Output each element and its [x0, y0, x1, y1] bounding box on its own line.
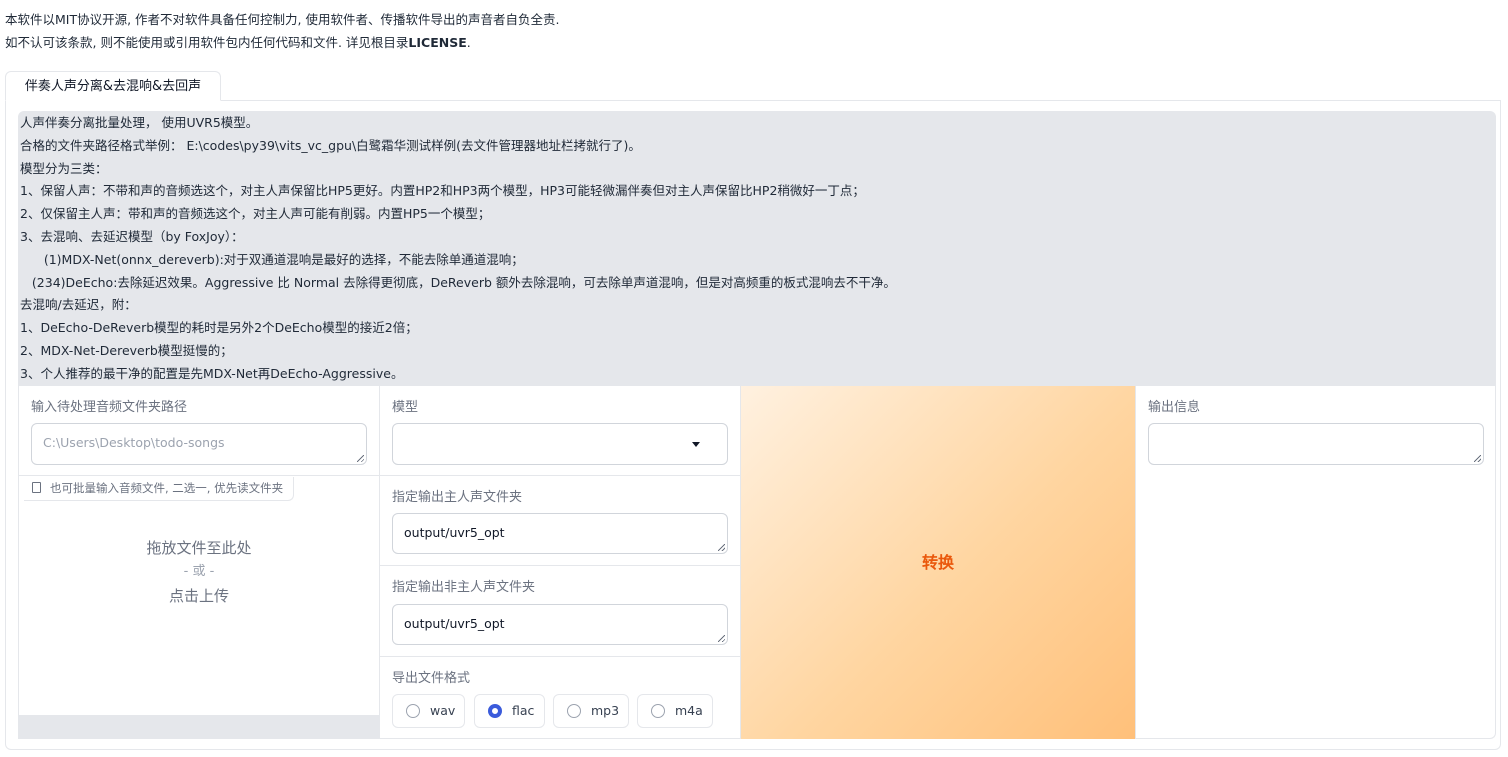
license-text: LICENSE	[408, 35, 467, 50]
file-upload-tag-label: 也可批量输入音频文件, 二选一, 优先读文件夹	[50, 481, 284, 495]
settings-column: 模型 指定输出主人声文件夹 output/uvr5_opt 指定输出非主人声文件…	[380, 386, 741, 739]
vocal-output-field[interactable]: output/uvr5_opt	[392, 513, 728, 554]
description-line: (1)MDX-Net(onnx_dereverb):对于双通道混响是最好的选择，…	[20, 251, 524, 267]
resize-handle-icon[interactable]	[718, 635, 725, 642]
instrumental-output-label: 指定输出非主人声文件夹	[392, 580, 536, 595]
description-line: (234)DeEcho:去除延迟效果。Aggressive 比 Normal 去…	[20, 274, 896, 290]
instrumental-output-value: output/uvr5_opt	[404, 616, 505, 631]
model-label: 模型	[392, 400, 419, 415]
resize-handle-icon[interactable]	[1474, 455, 1481, 462]
vocal-output-value: output/uvr5_opt	[404, 525, 505, 540]
description-line: 1、DeEcho-DeReverb模型的耗时是另外2个DeEcho模型的接近2倍…	[20, 320, 418, 336]
radio-option-wav[interactable]: wav	[392, 694, 465, 728]
vocal-output-label: 指定输出主人声文件夹	[392, 490, 523, 505]
radio-circle-icon[interactable]	[651, 704, 665, 718]
disclaimer: 本软件以MIT协议开源, 作者不对软件具备任何控制力, 使用软件者、传播软件导出…	[5, 10, 559, 56]
divider	[380, 656, 740, 657]
instrumental-output-field[interactable]: output/uvr5_opt	[392, 604, 728, 645]
convert-button[interactable]: 转换	[741, 386, 1135, 739]
description-line: 去混响/去延迟，附：	[20, 297, 137, 313]
resize-handle-icon[interactable]	[357, 455, 364, 462]
radio-label: mp3	[591, 703, 620, 718]
radio-checked-icon[interactable]	[488, 704, 502, 718]
radio-circle-icon[interactable]	[567, 704, 581, 718]
radio-label: m4a	[675, 703, 703, 718]
description-line: 合格的文件夹路径格式举例： E:\codes\py39\vits_vc_gpu\…	[20, 137, 641, 153]
description-line: 模型分为三类：	[20, 160, 108, 176]
tab-uvr5[interactable]: 伴奏人声分离&去混响&去回声	[5, 71, 221, 101]
output-info-field[interactable]	[1148, 423, 1484, 465]
description-line: 人声伴奏分离批量处理， 使用UVR5模型。	[20, 115, 259, 130]
radio-option-flac[interactable]: flac	[474, 694, 545, 728]
disclaimer-line-1: 本软件以MIT协议开源, 作者不对软件具备任何控制力, 使用软件者、传播软件导出…	[5, 12, 560, 27]
file-drop-zone[interactable]: 拖放文件至此处 - 或 - 点击上传	[19, 536, 379, 608]
radio-circle-icon[interactable]	[406, 704, 420, 718]
drop-zone-footer	[19, 715, 379, 738]
resize-handle-icon[interactable]	[718, 544, 725, 551]
description-line: 2、MDX-Net-Dereverb模型挺慢的；	[20, 342, 233, 358]
description-line: 1、保留人声：不带和声的音频选这个，对主人声保留比HP5更好。内置HP2和HP3…	[20, 183, 865, 199]
description-panel: 人声伴奏分离批量处理， 使用UVR5模型。 合格的文件夹路径格式举例： E:\c…	[18, 111, 1496, 386]
description-line: 3、去混响、去延迟模型（by FoxJoy）：	[20, 228, 244, 244]
radio-option-m4a[interactable]: m4a	[637, 694, 713, 728]
disclaimer-line-2-text: 如不认可该条款, 则不能使用或引用软件包内任何代码和文件. 详见根目录	[5, 35, 409, 50]
divider	[19, 475, 379, 476]
or-text: - 或 -	[183, 564, 215, 579]
output-info-label: 输出信息	[1148, 400, 1201, 415]
input-folder-label: 输入待处理音频文件夹路径	[31, 400, 188, 415]
divider	[380, 475, 740, 476]
click-upload-text: 点击上传	[168, 587, 229, 605]
chevron-down-icon[interactable]	[692, 442, 700, 447]
file-upload-tag: 也可批量输入音频文件, 二选一, 优先读文件夹	[24, 477, 294, 501]
convert-button-label: 转换	[921, 553, 954, 572]
model-dropdown[interactable]	[392, 423, 728, 465]
radio-label: flac	[512, 703, 535, 718]
description-line: 3、个人推荐的最干净的配置是先MDX-Net再DeEcho-Aggressive…	[20, 365, 404, 381]
radio-option-mp3[interactable]: mp3	[553, 694, 629, 728]
description-line: 2、仅保留主人声：带和声的音频选这个，对主人声可能有削弱。内置HP5一个模型；	[20, 206, 491, 222]
output-column: 输出信息	[1135, 386, 1496, 739]
disclaimer-line-2-suffix: .	[466, 35, 471, 50]
file-icon	[32, 482, 41, 493]
divider	[380, 565, 740, 566]
radio-label: wav	[430, 703, 456, 718]
disclaimer-line-2: 如不认可该条款, 则不能使用或引用软件包内任何代码和文件. 详见根目录LICEN…	[5, 33, 559, 56]
input-folder-placeholder: C:\Users\Desktop\todo-songs	[43, 435, 225, 450]
drop-text: 拖放文件至此处	[146, 539, 252, 557]
input-column: 输入待处理音频文件夹路径 C:\Users\Desktop\todo-songs…	[18, 386, 380, 739]
input-folder-field[interactable]: C:\Users\Desktop\todo-songs	[31, 423, 367, 465]
export-format-label: 导出文件格式	[392, 671, 471, 686]
